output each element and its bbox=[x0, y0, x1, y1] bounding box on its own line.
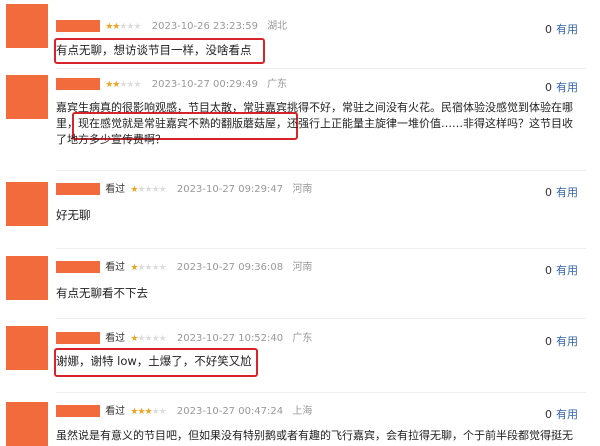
comment-location: 河南 bbox=[292, 262, 313, 273]
divider bbox=[56, 318, 586, 319]
watched-status: 看过 bbox=[105, 184, 126, 195]
comment-location: 湖北 bbox=[267, 21, 288, 32]
avatar[interactable] bbox=[6, 326, 48, 370]
comment-line: 里，现在感觉就是常驻嘉宾不熟的翻版蘑菇屋，还强行上正能量主旋律一堆价值……非得这… bbox=[56, 117, 573, 130]
vote-count: 0 bbox=[545, 81, 552, 94]
rating-stars: ★★★★★ bbox=[130, 185, 166, 195]
comment-time: 2023-10-27 09:36:08 bbox=[176, 262, 284, 273]
comment-text: 有点无聊，想访谈节目一样，没啥看点 bbox=[56, 43, 252, 57]
watched-status: 看过 bbox=[105, 406, 126, 417]
vote-count: 0 bbox=[545, 186, 552, 199]
divider bbox=[56, 248, 586, 249]
useful-button[interactable]: 有用 bbox=[556, 23, 578, 36]
rating-stars: ★★★★★ bbox=[105, 80, 141, 90]
watched-status: 看过 bbox=[105, 333, 126, 344]
rating-stars: ★★★★★ bbox=[130, 334, 166, 344]
comment-text: 虽然说是有意义的节目吧，但如果没有特别鹅或者有趣的飞行嘉宾，会有拉得无聊，个于前… bbox=[56, 429, 573, 442]
avatar[interactable] bbox=[6, 182, 48, 226]
useful-button[interactable]: 有用 bbox=[556, 81, 578, 94]
comment-text: 谢娜，谢特 low，土爆了，不好笑又尬 bbox=[56, 354, 252, 368]
username[interactable] bbox=[56, 78, 100, 90]
useful-vote[interactable]: 0 有用 bbox=[545, 262, 578, 278]
comment-text: 嘉宾生病真的很影响观感，节目太散，常驻嘉宾挑得不好，常驻之间没有火花。民宿体验没… bbox=[56, 100, 573, 148]
comment-time: 2023-10-27 00:47:24 bbox=[176, 406, 284, 417]
comment-location: 上海 bbox=[292, 406, 313, 417]
comment-time: 2023-10-26 23:23:59 bbox=[151, 21, 258, 32]
vote-count: 0 bbox=[545, 23, 552, 36]
divider bbox=[56, 68, 586, 69]
comment-location: 河南 bbox=[292, 184, 313, 195]
useful-vote[interactable]: 0 有用 bbox=[545, 406, 578, 422]
comment-line: 了地方多少宣传费啊？ bbox=[56, 133, 166, 146]
divider bbox=[56, 392, 586, 393]
username[interactable] bbox=[56, 405, 100, 417]
avatar[interactable] bbox=[6, 75, 48, 119]
comment-text: 好无聊 bbox=[56, 208, 91, 222]
useful-button[interactable]: 有用 bbox=[556, 408, 578, 421]
comment-line: 嘉宾生病真的很影响观感，节目太散，常驻嘉宾挑得不好，常驻之间没有火花。民宿体验没… bbox=[56, 101, 573, 114]
watched-status: 看过 bbox=[105, 262, 126, 273]
comment-time: 2023-10-27 09:29:47 bbox=[176, 184, 284, 195]
comment-location: 广东 bbox=[292, 333, 313, 344]
useful-button[interactable]: 有用 bbox=[556, 264, 578, 277]
comment-location: 广东 bbox=[267, 79, 288, 90]
useful-vote[interactable]: 0 有用 bbox=[545, 184, 578, 200]
username[interactable] bbox=[56, 183, 100, 195]
useful-vote[interactable]: 0 有用 bbox=[545, 333, 578, 349]
comment-time: 2023-10-27 00:29:49 bbox=[151, 79, 258, 90]
vote-count: 0 bbox=[545, 335, 552, 348]
useful-button[interactable]: 有用 bbox=[556, 335, 578, 348]
vote-count: 0 bbox=[545, 408, 552, 421]
avatar[interactable] bbox=[6, 4, 48, 48]
username[interactable] bbox=[56, 332, 100, 344]
divider bbox=[56, 170, 586, 171]
username[interactable] bbox=[56, 20, 100, 32]
avatar[interactable] bbox=[6, 402, 48, 446]
useful-vote[interactable]: 0 有用 bbox=[545, 21, 578, 37]
vote-count: 0 bbox=[545, 264, 552, 277]
useful-button[interactable]: 有用 bbox=[556, 186, 578, 199]
rating-stars: ★★★★★ bbox=[130, 407, 166, 417]
avatar[interactable] bbox=[6, 256, 48, 300]
comment-text: 有点无聊看不下去 bbox=[56, 286, 148, 300]
comment-time: 2023-10-27 10:52:40 bbox=[176, 333, 284, 344]
rating-stars: ★★★★★ bbox=[105, 22, 141, 32]
username[interactable] bbox=[56, 261, 100, 273]
rating-stars: ★★★★★ bbox=[130, 263, 166, 273]
useful-vote[interactable]: 0 有用 bbox=[545, 79, 578, 95]
